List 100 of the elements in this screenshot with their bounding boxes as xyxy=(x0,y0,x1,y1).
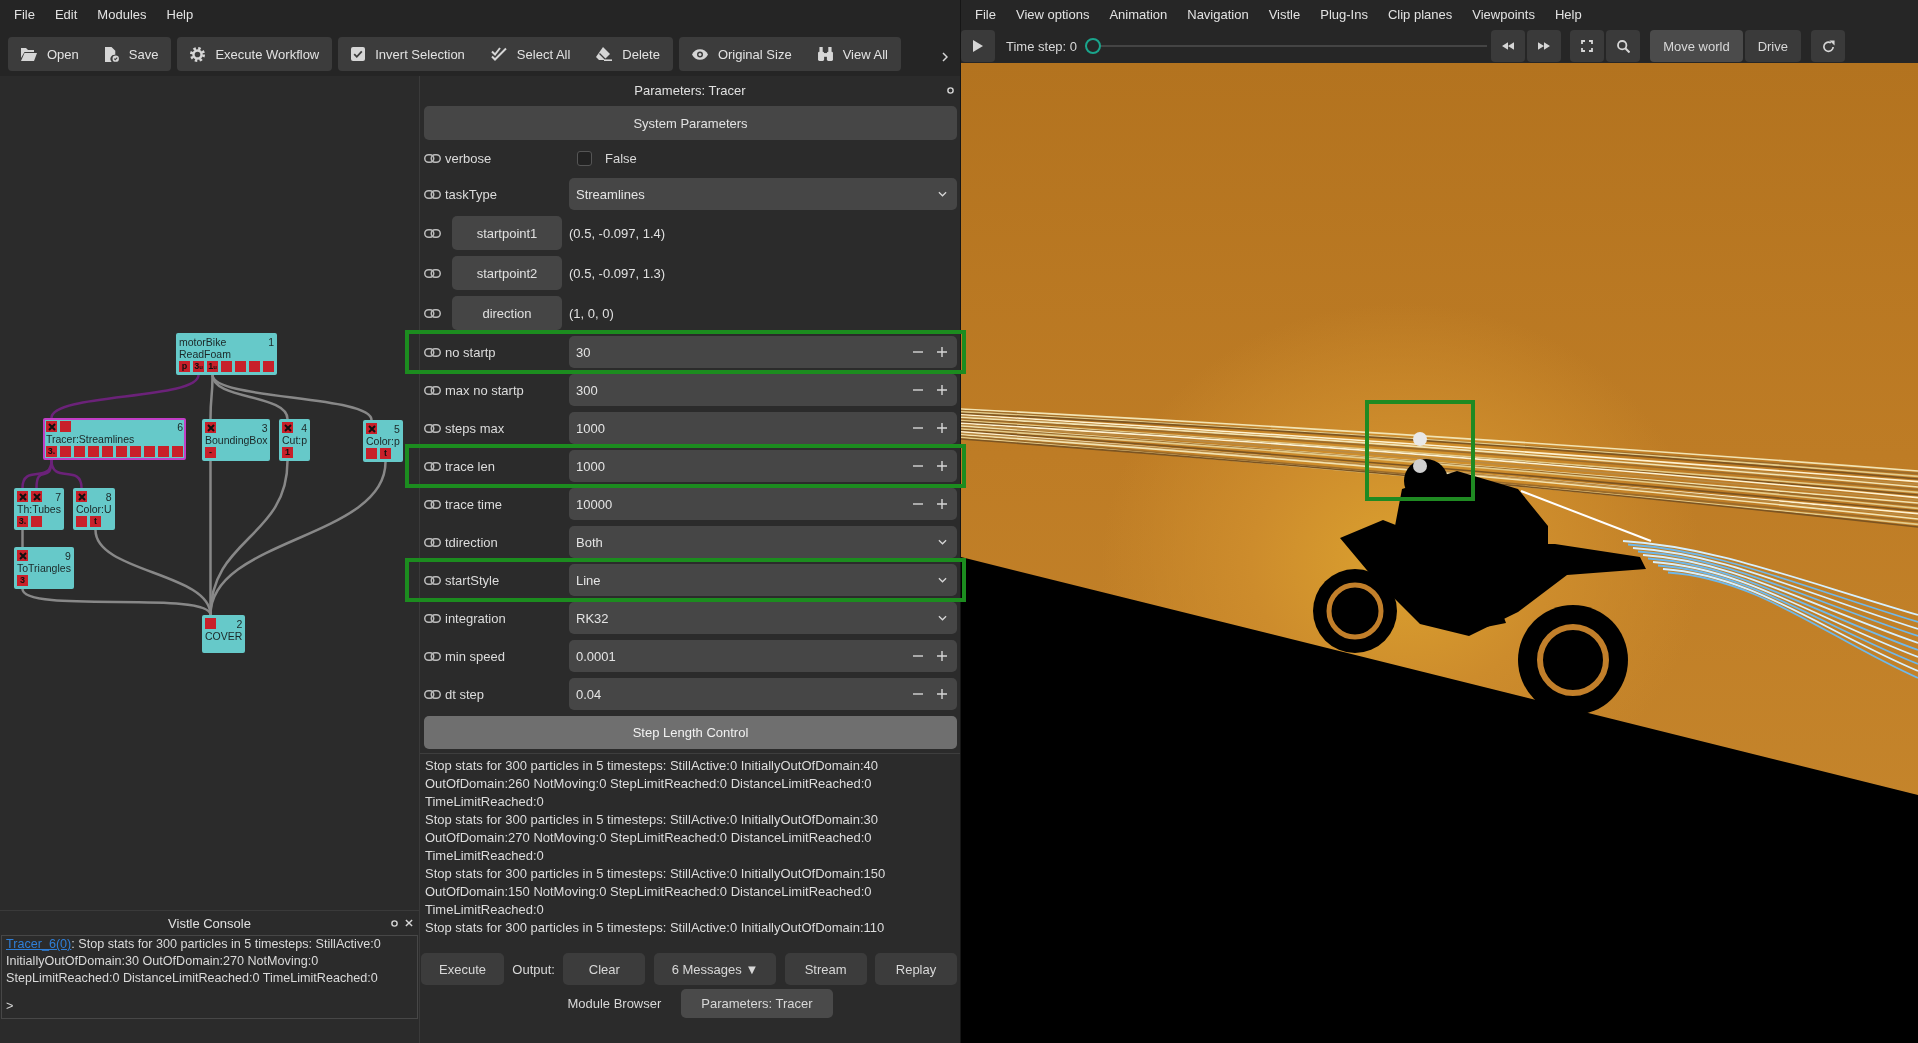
plus-icon[interactable] xyxy=(937,689,947,699)
input-port[interactable] xyxy=(205,618,216,629)
mode-button[interactable]: Drive xyxy=(1744,30,1801,62)
vector-edit-button[interactable]: direction xyxy=(452,296,562,330)
slider-thumb[interactable] xyxy=(1085,38,1102,54)
menu-item[interactable]: Vistle xyxy=(1258,2,1311,27)
link-icon[interactable] xyxy=(424,268,441,278)
link-icon[interactable] xyxy=(424,153,441,163)
3d-render-view[interactable] xyxy=(961,63,1918,1043)
dropdown[interactable]: Streamlines xyxy=(569,178,957,210)
toolbar-button[interactable]: Open xyxy=(8,37,92,71)
rewind-button[interactable] xyxy=(1491,30,1526,62)
command-input[interactable]: > xyxy=(6,998,413,1015)
number-field[interactable]: 1000 xyxy=(569,412,957,444)
reload-button[interactable] xyxy=(1811,30,1845,62)
action-button[interactable]: 6 Messages ▼ xyxy=(653,953,777,985)
menu-item[interactable]: Animation xyxy=(1099,2,1178,27)
section-button[interactable]: Step Length Control xyxy=(424,716,957,749)
menu-item[interactable]: Modules xyxy=(87,3,157,27)
menu-item[interactable]: View options xyxy=(1005,2,1100,27)
menu-item[interactable]: Help xyxy=(156,3,204,27)
link-icon[interactable] xyxy=(424,537,441,547)
toolbar-button[interactable]: Invert Selection xyxy=(338,37,478,71)
plus-icon[interactable] xyxy=(937,461,947,471)
mode-button[interactable]: Move world xyxy=(1650,30,1743,62)
module-node[interactable]: 8 Color:U t xyxy=(73,488,115,530)
action-button[interactable]: Execute xyxy=(421,953,504,985)
toolbar-button[interactable]: Original Size xyxy=(678,37,805,71)
input-port[interactable] xyxy=(17,550,28,561)
link-icon[interactable] xyxy=(424,651,441,661)
close-icon[interactable] xyxy=(405,919,413,927)
input-port[interactable] xyxy=(76,491,87,502)
menu-item[interactable]: Plug-Ins xyxy=(1310,2,1378,27)
menu-item[interactable]: File xyxy=(965,2,1006,27)
ring-icon[interactable] xyxy=(947,86,954,94)
vector-edit-button[interactable]: startpoint2 xyxy=(452,256,562,290)
toolbar-button[interactable]: Select All xyxy=(477,37,584,71)
module-node[interactable]: 5 Color:p t xyxy=(363,420,403,462)
toolbar-button[interactable]: Delete xyxy=(583,37,673,71)
number-field[interactable]: 1000 xyxy=(569,450,957,482)
number-field[interactable]: 30 xyxy=(569,336,957,368)
module-node[interactable]: 4 Cut:p 1 xyxy=(279,419,311,461)
action-button[interactable]: Replay xyxy=(875,953,957,985)
link-icon[interactable] xyxy=(424,423,441,433)
plus-icon[interactable] xyxy=(937,347,947,357)
plus-icon[interactable] xyxy=(937,499,947,509)
number-field[interactable]: 0.04 xyxy=(569,678,957,710)
toolbar-button[interactable]: View All xyxy=(804,37,901,71)
plus-icon[interactable] xyxy=(937,651,947,661)
menu-item[interactable]: Clip planes xyxy=(1377,2,1463,27)
link-icon[interactable] xyxy=(424,499,441,509)
toolbar-button[interactable]: Execute Workflow xyxy=(177,37,333,71)
menu-item[interactable]: Viewpoints xyxy=(1462,2,1545,27)
plus-icon[interactable] xyxy=(937,423,947,433)
link-icon[interactable] xyxy=(424,228,441,238)
input-port[interactable] xyxy=(282,422,293,433)
link-icon[interactable] xyxy=(424,308,441,318)
tab[interactable]: Module Browser xyxy=(547,989,682,1018)
input-port[interactable] xyxy=(60,421,71,432)
menu-item[interactable]: File xyxy=(4,3,45,27)
menu-item[interactable]: Help xyxy=(1544,2,1592,27)
module-node[interactable]: 2 COVER xyxy=(202,615,246,653)
section-button[interactable]: System Parameters xyxy=(424,106,957,140)
input-port[interactable] xyxy=(17,491,28,502)
fullscreen-button[interactable] xyxy=(1570,30,1605,62)
number-field[interactable]: 10000 xyxy=(569,488,957,520)
link-icon[interactable] xyxy=(424,347,441,357)
input-port[interactable] xyxy=(31,491,42,502)
search-button[interactable] xyxy=(1606,30,1641,62)
link-icon[interactable] xyxy=(424,189,441,199)
number-field[interactable]: 0.0001 xyxy=(569,640,957,672)
tab[interactable]: Parameters: Tracer xyxy=(681,989,833,1018)
link-icon[interactable] xyxy=(424,689,441,699)
link-icon[interactable] xyxy=(424,385,441,395)
plus-icon[interactable] xyxy=(937,385,947,395)
number-field[interactable]: 300 xyxy=(569,374,957,406)
toolbar-button[interactable]: Save xyxy=(91,37,172,71)
dropdown[interactable]: RK32 xyxy=(569,602,957,634)
dropdown[interactable]: Line xyxy=(569,564,957,596)
chevron-right-icon[interactable] xyxy=(942,51,948,62)
link-icon[interactable] xyxy=(424,613,441,623)
play-button[interactable] xyxy=(961,30,995,62)
link-icon[interactable] xyxy=(424,575,441,585)
menu-item[interactable]: Edit xyxy=(44,3,88,27)
input-port[interactable] xyxy=(205,422,216,433)
input-port[interactable] xyxy=(366,423,377,434)
module-node[interactable]: 6 Tracer:Streamlines 3. xyxy=(43,418,186,460)
ring-icon[interactable] xyxy=(391,919,398,927)
vector-edit-button[interactable]: startpoint1 xyxy=(452,216,562,250)
module-node[interactable]: 9 ToTriangles 3 xyxy=(14,547,74,589)
menu-item[interactable]: Navigation xyxy=(1177,2,1259,27)
fast-forward-button[interactable] xyxy=(1527,30,1562,62)
action-button[interactable]: Clear xyxy=(563,953,646,985)
input-port[interactable] xyxy=(46,421,57,432)
link-icon[interactable] xyxy=(424,461,441,471)
module-node[interactable]: 7 Th:Tubes 3. xyxy=(14,488,64,530)
module-node[interactable]: 3 BoundingBox - xyxy=(202,419,271,461)
action-button[interactable]: Stream xyxy=(784,953,867,985)
checkbox[interactable] xyxy=(577,150,592,166)
dropdown[interactable]: Both xyxy=(569,526,957,558)
